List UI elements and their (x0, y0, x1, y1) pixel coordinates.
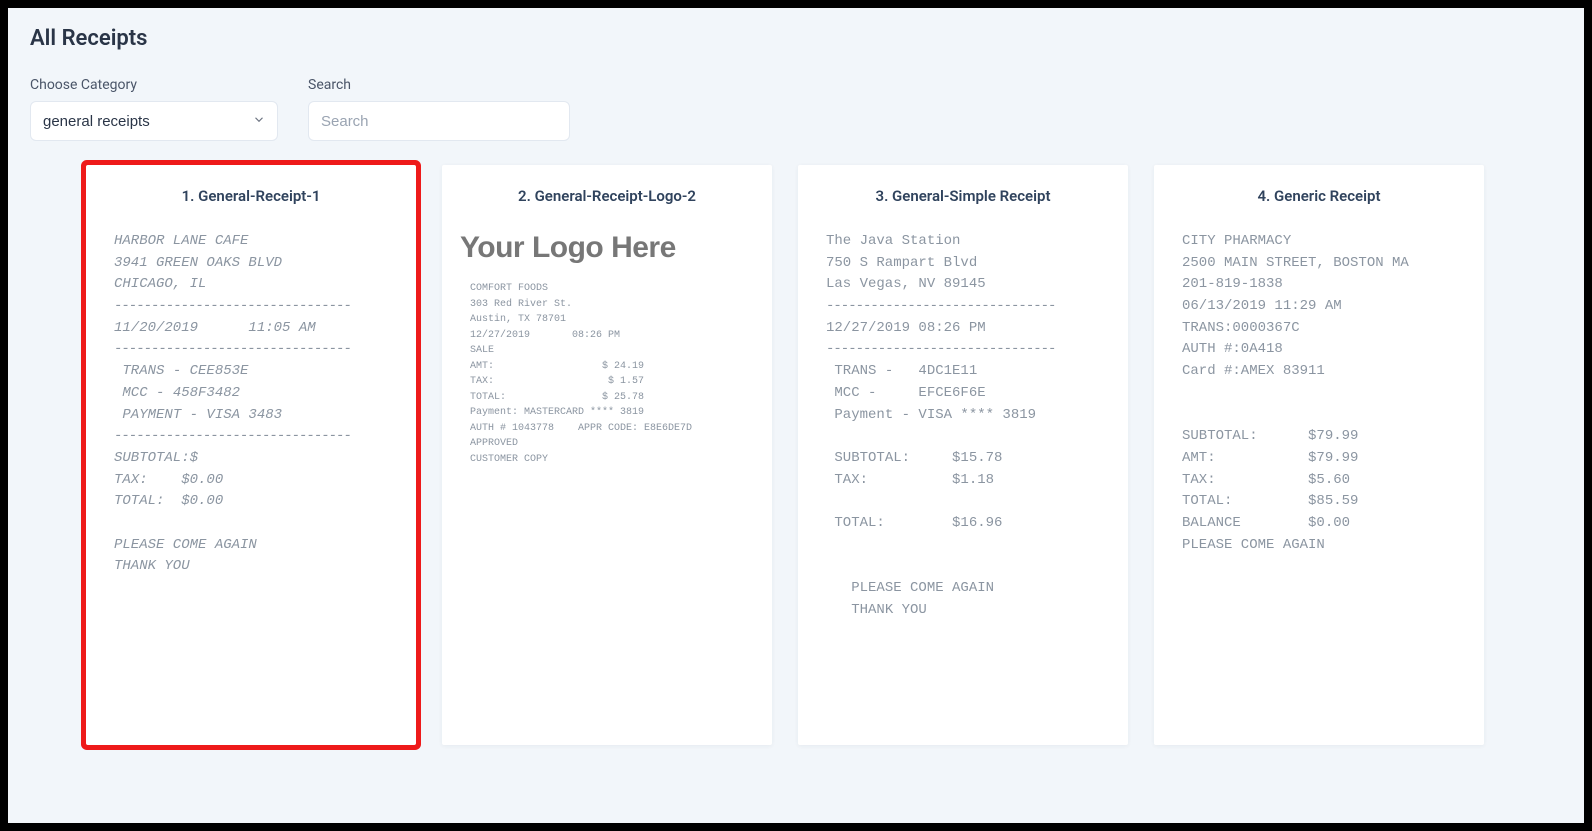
receipt-line: THANK YOU (114, 556, 388, 578)
receipt-line: 201-819-1838 (1182, 274, 1456, 296)
receipt-line: TRANS - CEE853E (114, 361, 388, 383)
receipt-line: SUBTOTAL: $79.99 (1182, 426, 1456, 448)
category-select[interactable] (30, 101, 278, 141)
receipt-line: SUBTOTAL:$ (114, 448, 388, 470)
receipt-body: CITY PHARMACY2500 MAIN STREET, BOSTON MA… (1172, 231, 1466, 556)
receipt-line: AMT: $79.99 (1182, 448, 1456, 470)
receipt-line: CITY PHARMACY (1182, 231, 1456, 253)
receipt-body: HARBOR LANE CAFE3941 GREEN OAKS BLVDCHIC… (104, 231, 398, 578)
receipt-body: COMFORT FOODS303 Red River St.Austin, TX… (460, 281, 754, 467)
receipt-card[interactable]: 2. General-Receipt-Logo-2 Your Logo Here C… (442, 165, 772, 745)
receipt-line: COMFORT FOODS (470, 281, 744, 297)
receipt-line (826, 426, 1100, 448)
receipt-body: The Java Station750 S Rampart BlvdLas Ve… (816, 231, 1110, 621)
receipt-line: Card #:AMEX 83911 (1182, 361, 1456, 383)
search-label: Search (308, 77, 570, 93)
logo-placeholder: Your Logo Here (460, 231, 754, 265)
receipt-line: BALANCE $0.00 (1182, 513, 1456, 535)
page-title: All Receipts (30, 26, 1562, 51)
receipt-line: Payment: MASTERCARD **** 3819 (470, 405, 744, 421)
receipt-line: PAYMENT - VISA 3483 (114, 405, 388, 427)
receipt-line (1182, 383, 1456, 405)
receipt-line: TAX: $ 1.57 (470, 374, 744, 390)
receipt-card-title: 1. General-Receipt-1 (104, 187, 398, 205)
receipt-line: CUSTOMER COPY (470, 452, 744, 468)
receipt-line: 12/27/2019 08:26 PM (826, 318, 1100, 340)
receipt-line: TOTAL: $0.00 (114, 491, 388, 513)
receipt-line: ------------------------------- (826, 339, 1100, 361)
receipt-line: 303 Red River St. (470, 297, 744, 313)
receipt-line: TOTAL: $ 25.78 (470, 390, 744, 406)
receipt-card[interactable]: 1. General-Receipt-1 HARBOR LANE CAFE3941… (86, 165, 416, 745)
receipt-line (826, 535, 1100, 557)
receipt-line: 12/27/2019 08:26 PM (470, 328, 744, 344)
receipt-line: TAX: $1.18 (826, 470, 1100, 492)
receipt-line (1182, 405, 1456, 427)
receipt-line (826, 491, 1100, 513)
receipt-line: TRANS:0000367C (1182, 318, 1456, 340)
filter-bar: Choose Category Search (30, 77, 1562, 141)
receipt-line: TAX: $5.60 (1182, 470, 1456, 492)
receipt-line: -------------------------------- (114, 339, 388, 361)
receipt-line: The Java Station (826, 231, 1100, 253)
receipt-line: SUBTOTAL: $15.78 (826, 448, 1100, 470)
receipt-line: AUTH #:0A418 (1182, 339, 1456, 361)
receipt-card-title: 4. Generic Receipt (1172, 187, 1466, 205)
receipt-line: 11/20/2019 11:05 AM (114, 318, 388, 340)
receipt-line: 3941 GREEN OAKS BLVD (114, 253, 388, 275)
receipt-line: 06/13/2019 11:29 AM (1182, 296, 1456, 318)
receipt-line (114, 513, 388, 535)
receipt-line: PLEASE COME AGAIN (114, 535, 388, 557)
receipt-card[interactable]: 3. General-Simple Receipt The Java Statio… (798, 165, 1128, 745)
receipt-line: Las Vegas, NV 89145 (826, 274, 1100, 296)
receipt-line: MCC - EFCE6F6E (826, 383, 1100, 405)
receipt-line: 750 S Rampart Blvd (826, 253, 1100, 275)
receipt-line: SALE (470, 343, 744, 359)
receipt-line: CHICAGO, IL (114, 274, 388, 296)
receipt-line: MCC - 458F3482 (114, 383, 388, 405)
receipt-line: Payment - VISA **** 3819 (826, 405, 1100, 427)
receipt-line: TAX: $0.00 (114, 470, 388, 492)
receipt-line: -------------------------------- (114, 296, 388, 318)
receipt-line: AMT: $ 24.19 (470, 359, 744, 375)
receipt-card[interactable]: 4. Generic Receipt CITY PHARMACY2500 MAIN… (1154, 165, 1484, 745)
receipt-line: 2500 MAIN STREET, BOSTON MA (1182, 253, 1456, 275)
receipt-line: PLEASE COME AGAIN (826, 578, 1100, 600)
receipt-line: THANK YOU (826, 600, 1100, 622)
receipt-line: -------------------------------- (114, 426, 388, 448)
receipt-line: Austin, TX 78701 (470, 312, 744, 328)
receipt-grid: 1. General-Receipt-1 HARBOR LANE CAFE3941… (30, 165, 1562, 745)
receipt-line: APPROVED (470, 436, 744, 452)
receipt-line: TOTAL: $16.96 (826, 513, 1100, 535)
receipt-line: AUTH # 1043778 APPR CODE: E8E6DE7D (470, 421, 744, 437)
receipt-card-title: 3. General-Simple Receipt (816, 187, 1110, 205)
receipt-line: TRANS - 4DC1E11 (826, 361, 1100, 383)
receipt-line: PLEASE COME AGAIN (1182, 535, 1456, 557)
category-label: Choose Category (30, 77, 278, 93)
receipt-line (826, 556, 1100, 578)
receipt-line: HARBOR LANE CAFE (114, 231, 388, 253)
receipt-line: TOTAL: $85.59 (1182, 491, 1456, 513)
search-input[interactable] (308, 101, 570, 141)
receipt-card-title: 2. General-Receipt-Logo-2 (460, 187, 754, 205)
receipt-line: ------------------------------- (826, 296, 1100, 318)
